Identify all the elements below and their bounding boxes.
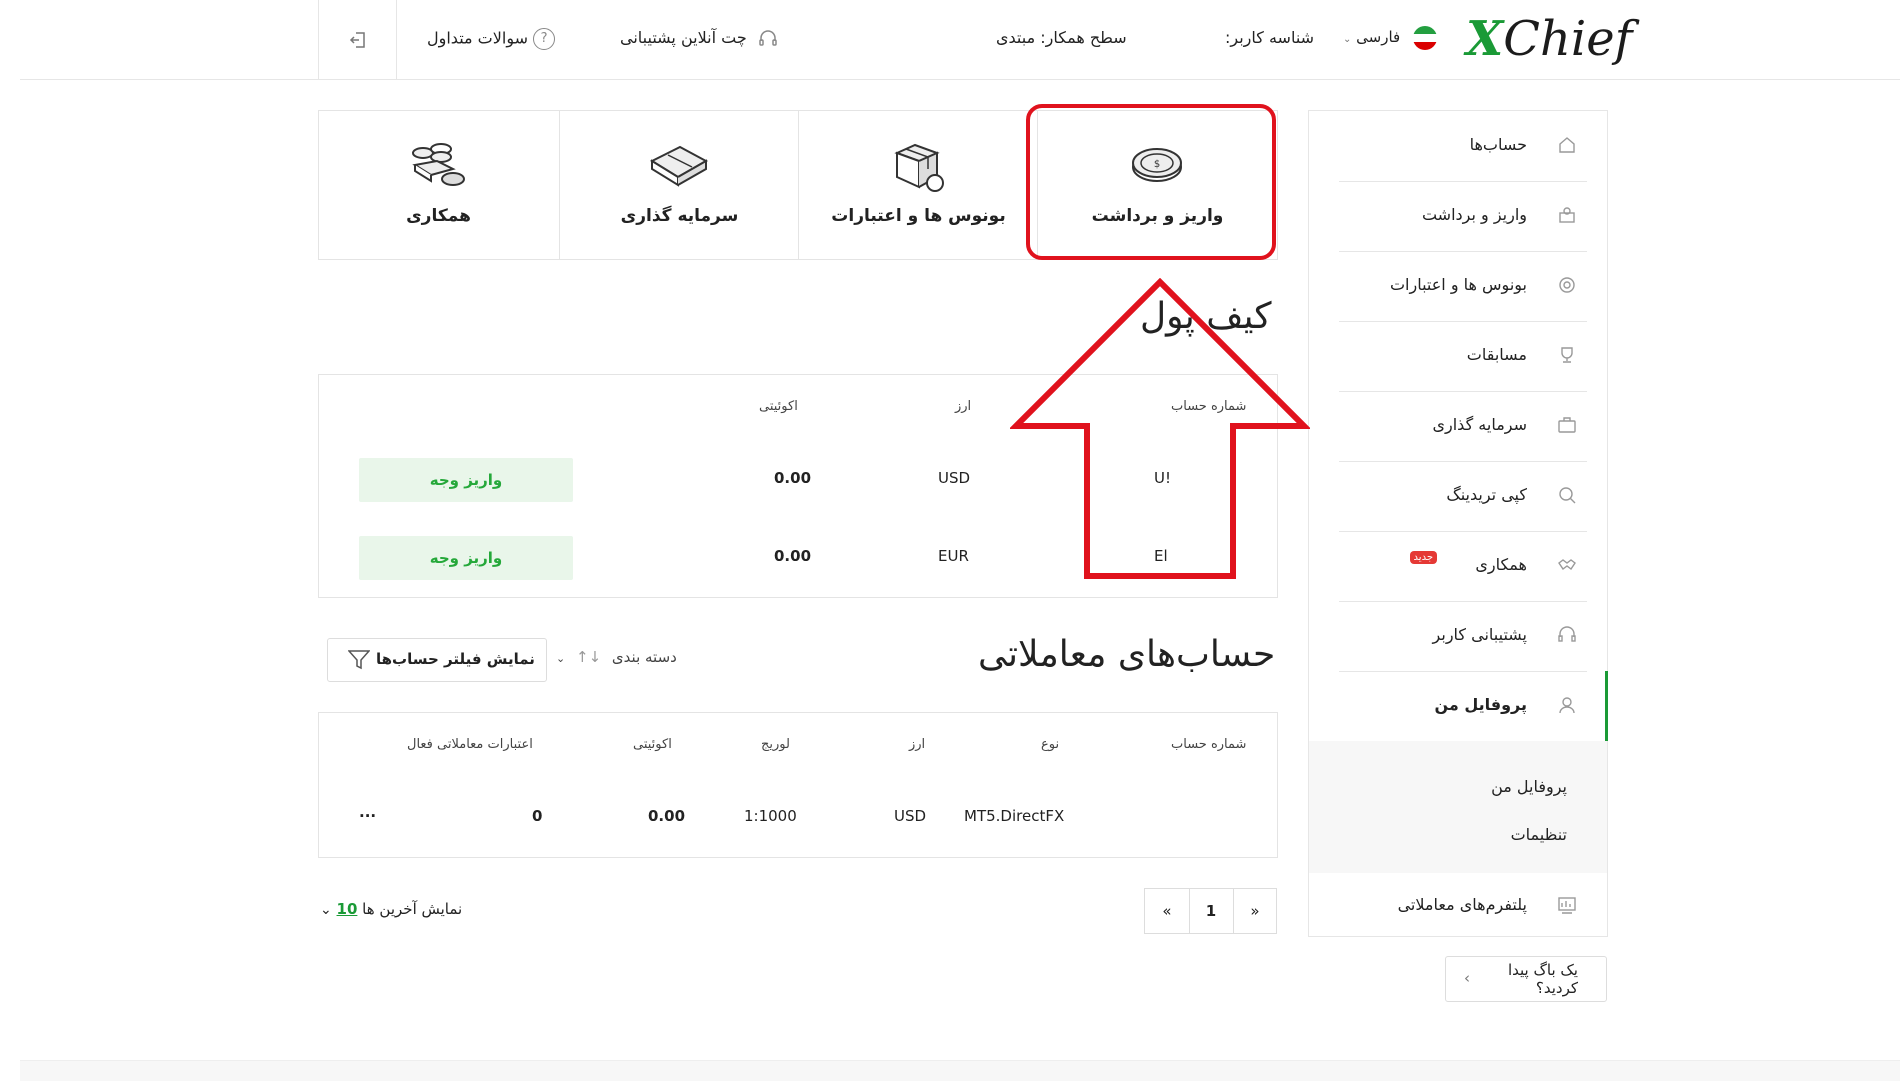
card-bonus-credits[interactable]: بونوس ها و اعتبارات: [798, 111, 1038, 259]
sidebar: حساب‌ها واریز و برداشت بونوس ها و اعتبار…: [1308, 110, 1608, 937]
filter-icon: [348, 650, 370, 670]
sidebar-item-copy-trading[interactable]: کپی تریدینگ: [1339, 461, 1587, 532]
header-divider: [318, 0, 319, 80]
pagination-next[interactable]: »: [1234, 888, 1277, 934]
annotation-up-arrow: [1010, 278, 1310, 579]
headset-icon: [1558, 626, 1576, 642]
accounts-icon: [1559, 137, 1575, 153]
user-icon: [1559, 697, 1575, 714]
sidebar-item-competitions[interactable]: مسابقات: [1339, 321, 1587, 392]
chevron-down-icon: ⌄: [556, 652, 566, 665]
sidebar-item-platforms[interactable]: پلتفرم‌های معاملاتی: [1339, 873, 1587, 935]
submenu-settings[interactable]: تنظیمات: [1511, 825, 1567, 844]
gift-box-icon: [894, 143, 944, 192]
footer: [20, 1060, 1900, 1081]
active-indicator: [1605, 671, 1608, 741]
show-last-selector[interactable]: ⌄ 10 نمایش آخرین ها: [320, 900, 462, 918]
sidebar-item-partnership[interactable]: همکاری جدید: [1339, 531, 1587, 602]
show-account-filter-button[interactable]: نمایش فیلتر حساب‌ها: [327, 638, 547, 682]
header-divider-line: [20, 79, 1900, 80]
annotation-highlight-box: [1026, 104, 1276, 260]
question-icon: ?: [533, 28, 556, 50]
sidebar-item-investment[interactable]: سرمایه گذاری: [1339, 391, 1587, 462]
sidebar-item-support[interactable]: پشتیبانی کاربر: [1339, 601, 1587, 672]
partner-level: سطح همکار: مبتدی: [996, 28, 1127, 47]
card-partnership[interactable]: همکاری: [319, 111, 558, 259]
card-investment[interactable]: سرمایه گذاری: [559, 111, 799, 259]
xchief-logo[interactable]: XChief: [1466, 10, 1632, 68]
briefcase-icon: [649, 145, 709, 187]
sidebar-item-profile[interactable]: پروفایل من: [1339, 671, 1587, 741]
deposit-icon: [1559, 207, 1575, 223]
pagination-page[interactable]: 1: [1189, 888, 1234, 934]
trading-accounts-table: شماره حساب نوع ارز لوریج اکوئیتی اعتبارا…: [318, 712, 1278, 858]
sidebar-item-deposit-withdraw[interactable]: واریز و برداشت: [1339, 181, 1587, 252]
chevron-down-icon: ⌄: [1343, 34, 1352, 45]
sidebar-item-accounts[interactable]: حساب‌ها: [1339, 111, 1587, 182]
logout-icon[interactable]: [348, 30, 368, 50]
sidebar-item-bonus[interactable]: بونوس ها و اعتبارات: [1339, 251, 1587, 322]
chart-icon: [1558, 897, 1576, 914]
profile-submenu: پروفایل من تنظیمات: [1309, 741, 1607, 873]
sort-dropdown[interactable]: ⌄ ↑↓ دسته بندی: [556, 648, 677, 666]
language-selector[interactable]: ⌄ فارسی: [1343, 28, 1400, 46]
copy-trading-icon: [1559, 487, 1576, 504]
trophy-icon: [1561, 347, 1573, 363]
user-id-label: شناسه کاربر:: [1225, 28, 1315, 47]
sort-icon: ↑↓: [576, 648, 602, 666]
chevron-down-icon: ⌄: [320, 902, 332, 918]
deposit-button[interactable]: واریز وجه: [359, 536, 573, 580]
chevron-left-icon: ‹: [1464, 969, 1470, 987]
top-header: XChief ⌄ فارسی شناسه کاربر: سطح همکار: م…: [0, 0, 1900, 80]
pagination-prev[interactable]: «: [1144, 888, 1190, 934]
trading-accounts-title: حساب‌های معاملاتی: [978, 634, 1276, 675]
more-options-button[interactable]: ...: [359, 803, 376, 821]
coins-stack-icon: [412, 143, 465, 186]
iran-flag-icon[interactable]: [1413, 26, 1437, 50]
deposit-button[interactable]: واریز وجه: [359, 458, 573, 502]
headset-icon: [759, 29, 777, 46]
bonus-icon: [1559, 277, 1575, 293]
new-badge: جدید: [1409, 551, 1437, 564]
briefcase-icon: [1558, 417, 1576, 433]
handshake-icon: [1558, 559, 1576, 571]
header-divider: [396, 0, 397, 80]
faq-link[interactable]: سوالات متداول ?: [427, 28, 556, 50]
submenu-profile[interactable]: پروفایل من: [1491, 777, 1567, 796]
bug-report-button[interactable]: ‹ یک باگ پیدا کردید؟: [1445, 956, 1607, 1002]
support-chat-link[interactable]: چت آنلاین پشتیبانی: [620, 28, 778, 49]
